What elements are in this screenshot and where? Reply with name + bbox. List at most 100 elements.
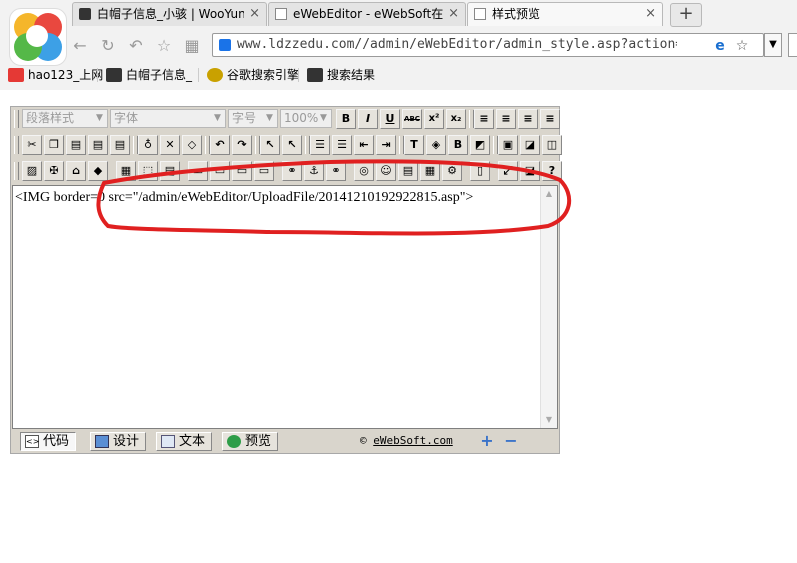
url-text[interactable]: www.ldzzedu.com//admin/eWebEditor/admin_… [237,34,677,56]
align-left-icon[interactable]: ≡ [474,109,494,129]
redo-icon[interactable]: ↷ [232,135,252,155]
align-right-icon[interactable]: ≡ [518,109,538,129]
tools-icon[interactable]: ✠ [44,161,64,181]
undo-icon[interactable]: ↶ [210,135,230,155]
fieldset-icon[interactable]: ▣ [498,135,518,155]
layer-icon[interactable]: ◪ [520,135,540,155]
paste-icon[interactable]: ▤ [66,135,86,155]
strikethrough-button[interactable]: ABC [402,109,422,129]
special-char-icon[interactable]: ◎ [354,161,374,181]
anchor-icon[interactable]: ⚓ [304,161,324,181]
select-pointer-icon[interactable]: ↖ [260,135,280,155]
new-tab-button[interactable]: + [670,3,702,27]
table-row-icon[interactable]: ▤ [160,161,180,181]
form-icon[interactable]: ▭ [188,161,208,181]
font-size-select[interactable]: 字号 ▼ [228,109,278,128]
browser-chrome: 白帽子信息_小骇 | WooYun × eWebEditor - eWebSof… [0,0,797,90]
editor-content-area[interactable]: <IMG border=0 src="/admin/eWebEditor/Upl… [12,185,558,429]
button-label: I [365,112,371,125]
unordered-list-icon[interactable]: ☰ [332,135,352,155]
paragraph-style-select[interactable]: 段落样式 ▼ [22,109,108,128]
shrink-minus-icon[interactable]: − [504,433,518,449]
help-icon[interactable]: ? [542,161,562,181]
page-break-icon[interactable]: ▯ [470,161,490,181]
font-select[interactable]: 字体 ▼ [110,109,226,128]
text-color-icon[interactable]: T [404,135,424,155]
layer-copy-icon[interactable]: ◫ [542,135,562,155]
undo-close-icon[interactable]: ↶ [126,36,146,56]
align-justify-icon[interactable]: ≡ [540,109,560,129]
emoticon-icon[interactable]: ☺ [376,161,396,181]
shape-icon[interactable]: ◆ [88,161,108,181]
side-panel-button[interactable] [788,33,797,57]
preview-icon[interactable]: ◪ [520,161,540,181]
paste-text-icon[interactable]: ▤ [88,135,108,155]
delete-icon[interactable]: ✕ [160,135,180,155]
favorite-star-icon[interactable]: ☆ [154,36,174,56]
hyperlink-icon[interactable]: ⚭ [282,161,302,181]
subscript-button[interactable]: x₂ [446,109,466,129]
horizontal-rule-icon[interactable]: ▤ [398,161,418,181]
fill-color-icon[interactable]: ◈ [426,135,446,155]
date-icon[interactable]: ▦ [420,161,440,181]
mode-tab-text[interactable]: 文本 [156,432,213,451]
find-binoculars-icon[interactable]: ♁ [138,135,158,155]
bookmark-search-results[interactable]: 搜索结果 [307,64,375,86]
close-icon[interactable]: × [249,3,260,25]
indent-decrease-icon[interactable]: ⇤ [354,135,374,155]
close-icon[interactable]: × [448,3,459,25]
zoom-select[interactable]: 100% ▼ [280,109,332,128]
scroll-up-icon[interactable]: ▲ [543,188,555,200]
expand-plus-icon[interactable]: + [480,433,494,449]
ewebsoft-link[interactable]: eWebSoft.com [373,434,452,447]
indent-increase-icon[interactable]: ⇥ [376,135,396,155]
apps-grid-icon[interactable]: ▦ [182,36,202,56]
chevron-down-icon[interactable]: ▼ [764,33,782,57]
house-icon[interactable]: ⌂ [66,161,86,181]
italic-button[interactable]: I [358,109,378,129]
button-field-icon[interactable]: ▭ [254,161,274,181]
underline-button[interactable]: U [380,109,400,129]
tab-style-preview[interactable]: 样式预览 × [467,2,663,26]
html-source-text[interactable]: <IMG border=0 src="/admin/eWebEditor/Upl… [15,190,473,206]
text-edit-icon [161,435,175,448]
mode-tab-preview[interactable]: 预览 [222,432,279,451]
fullscreen-icon[interactable]: ⤢ [498,161,518,181]
absolute-position-icon[interactable]: ↖ [282,135,302,155]
mode-tab-design[interactable]: 设计 [90,432,147,451]
web-link-icon[interactable]: ⚭ [326,161,346,181]
toolbar-row-3: ▨ ✠ ⌂ ◆ ▦ ⬚ ▤ ▭ ▭ ▭ ▭ ⚭ ⚓ ⚭ ◎ ☺ ▤ ▦ ⚙ ▯ … [12,159,562,183]
ordered-list-icon[interactable]: ☰ [310,135,330,155]
image-icon[interactable]: ▨ [22,161,42,181]
address-bar[interactable]: www.ldzzedu.com//admin/eWebEditor/admin_… [212,33,764,57]
browser-logo-icon[interactable] [9,8,67,66]
copy-icon[interactable]: ❐ [44,135,64,155]
bookmark-star-icon[interactable]: ☆ [733,37,751,55]
eraser-icon[interactable]: ◇ [182,135,202,155]
cut-icon[interactable]: ✂ [22,135,42,155]
bold-button[interactable]: B [336,109,356,129]
superscript-button[interactable]: x² [424,109,444,129]
align-center-icon[interactable]: ≡ [496,109,516,129]
settings-icon[interactable]: ⚙ [442,161,462,181]
marquee-icon[interactable]: ▭ [210,161,230,181]
table-icon[interactable]: ▦ [116,161,136,181]
table-cell-icon[interactable]: ⬚ [138,161,158,181]
refresh-icon[interactable]: ↻ [98,36,118,56]
paste-word-icon[interactable]: ▤ [110,135,130,155]
bookmark-google-search[interactable]: 谷歌搜索引擎 [207,64,299,86]
tab-wooyun[interactable]: 白帽子信息_小骇 | WooYun × [72,2,267,26]
cell-color-icon[interactable]: ◩ [470,135,490,155]
ie-mode-icon[interactable]: e [711,37,729,55]
back-arrow-icon[interactable]: ← [70,36,90,56]
scroll-down-icon[interactable]: ▼ [543,414,555,426]
bookmark-wooyun[interactable]: 白帽子信息_ [106,64,192,86]
textarea-icon[interactable]: ▭ [232,161,252,181]
bookmark-hao123[interactable]: hao123_上网 [8,64,103,86]
tab-ewebeditor[interactable]: eWebEditor - eWebSoft在线 × [268,2,466,26]
vertical-scrollbar[interactable]: ▲ ▼ [540,186,557,428]
mode-tab-code[interactable]: <> 代码 [20,432,77,451]
background-color-icon[interactable]: B [448,135,468,155]
close-icon[interactable]: × [645,3,656,25]
divider [298,68,299,82]
